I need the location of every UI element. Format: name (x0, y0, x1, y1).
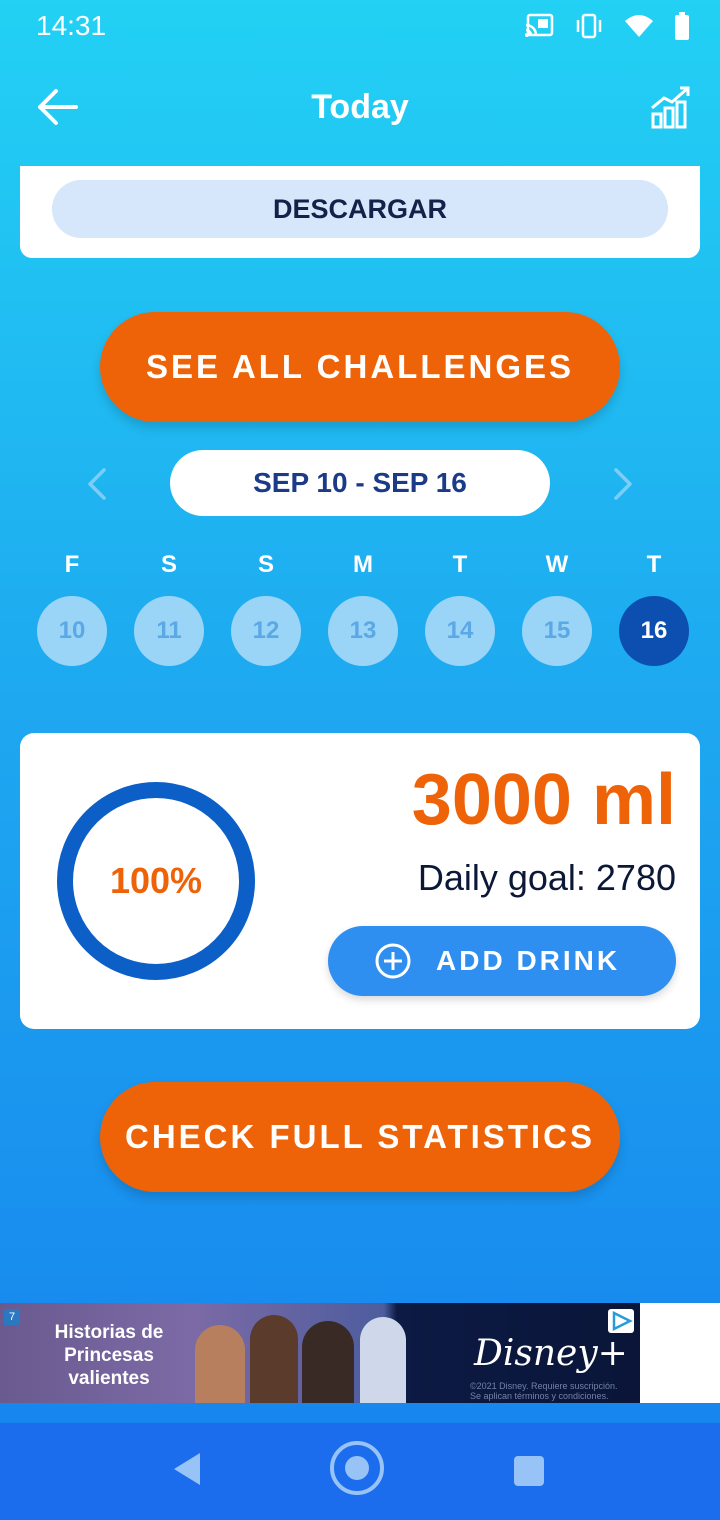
consumed-amount: 3000 ml (411, 760, 676, 840)
day-letter: S (257, 551, 274, 578)
vibrate-icon (574, 13, 604, 44)
chart-growth-icon (651, 86, 690, 129)
add-drink-label: ADD DRINK (436, 945, 621, 976)
day-column[interactable]: F 10 (36, 548, 108, 666)
see-all-challenges-button[interactable]: SEE ALL CHALLENGES (100, 312, 620, 422)
day-column-selected[interactable]: T 16 (618, 548, 690, 666)
ad-character-figure (195, 1325, 245, 1403)
status-time: 14:31 (36, 10, 107, 41)
nav-recents-icon[interactable] (514, 1456, 544, 1486)
day-letter: T (452, 551, 468, 578)
nav-home-dot (345, 1456, 369, 1480)
day-number[interactable]: 15 (522, 596, 592, 666)
ad-character-figure (302, 1321, 354, 1403)
ad-headline: Historias de Princesas valientes (54, 1322, 164, 1389)
ad-character-figure (250, 1315, 298, 1403)
progress-card: 100% 3000 ml Daily goal: 2780 ADD DRINK (20, 733, 700, 1029)
add-drink-button[interactable]: ADD DRINK (328, 926, 676, 996)
cast-icon (524, 13, 554, 44)
ad-brand-logo: Disney+ (474, 1333, 628, 1374)
day-letter: S (160, 551, 177, 578)
daily-goal: Daily goal: 2780 (417, 857, 676, 898)
ad-choices-icon[interactable] (608, 1309, 634, 1333)
nav-home-icon[interactable] (330, 1441, 384, 1495)
day-letter: M (353, 551, 373, 578)
week-navigation: SEP 10 - SEP 16 (0, 450, 720, 518)
battery-icon (674, 12, 690, 45)
ad-banner[interactable]: 7 Historias de Princesas valientes Disne… (0, 1303, 720, 1403)
ad-tag-icon: 7 (4, 1309, 20, 1325)
chevron-right-icon (614, 468, 632, 500)
status-icons (524, 12, 690, 45)
previous-week-button[interactable] (80, 464, 116, 504)
statistics-icon-button[interactable] (650, 84, 694, 130)
day-letter: T (646, 551, 662, 578)
day-number[interactable]: 11 (134, 596, 204, 666)
day-number[interactable]: 10 (37, 596, 107, 666)
wifi-icon (624, 13, 654, 44)
day-column[interactable]: M 13 (327, 548, 399, 666)
day-number[interactable]: 14 (425, 596, 495, 666)
system-nav-bar (0, 1423, 720, 1520)
next-week-button[interactable] (604, 464, 640, 504)
day-number-selected[interactable]: 16 (619, 596, 689, 666)
page-title: Today (311, 88, 409, 126)
day-column[interactable]: S 11 (133, 548, 205, 666)
ad-character-figure (360, 1317, 406, 1403)
day-column[interactable]: S 12 (230, 548, 302, 666)
ad-fine-print: ©2021 Disney. Requiere suscripción. Se a… (470, 1381, 618, 1401)
day-column[interactable]: W 15 (521, 548, 593, 666)
day-letter: F (64, 551, 80, 578)
week-range-label[interactable]: SEP 10 - SEP 16 (170, 450, 550, 516)
day-number[interactable]: 13 (328, 596, 398, 666)
nav-back-icon[interactable] (170, 1451, 204, 1492)
ad-card: DESCARGAR (20, 166, 700, 258)
chevron-left-icon (88, 468, 106, 500)
ad-image[interactable]: 7 Historias de Princesas valientes Disne… (0, 1303, 640, 1403)
check-full-statistics-button[interactable]: CHECK FULL STATISTICS (100, 1082, 620, 1192)
day-column[interactable]: T 14 (424, 548, 496, 666)
day-number[interactable]: 12 (231, 596, 301, 666)
progress-percent: 100% (109, 860, 203, 901)
plus-circle-icon (375, 943, 411, 979)
app-bar: Today (0, 56, 720, 166)
download-button[interactable]: DESCARGAR (52, 180, 668, 238)
day-letter: W (545, 551, 569, 578)
status-bar: 14:31 (0, 0, 720, 56)
